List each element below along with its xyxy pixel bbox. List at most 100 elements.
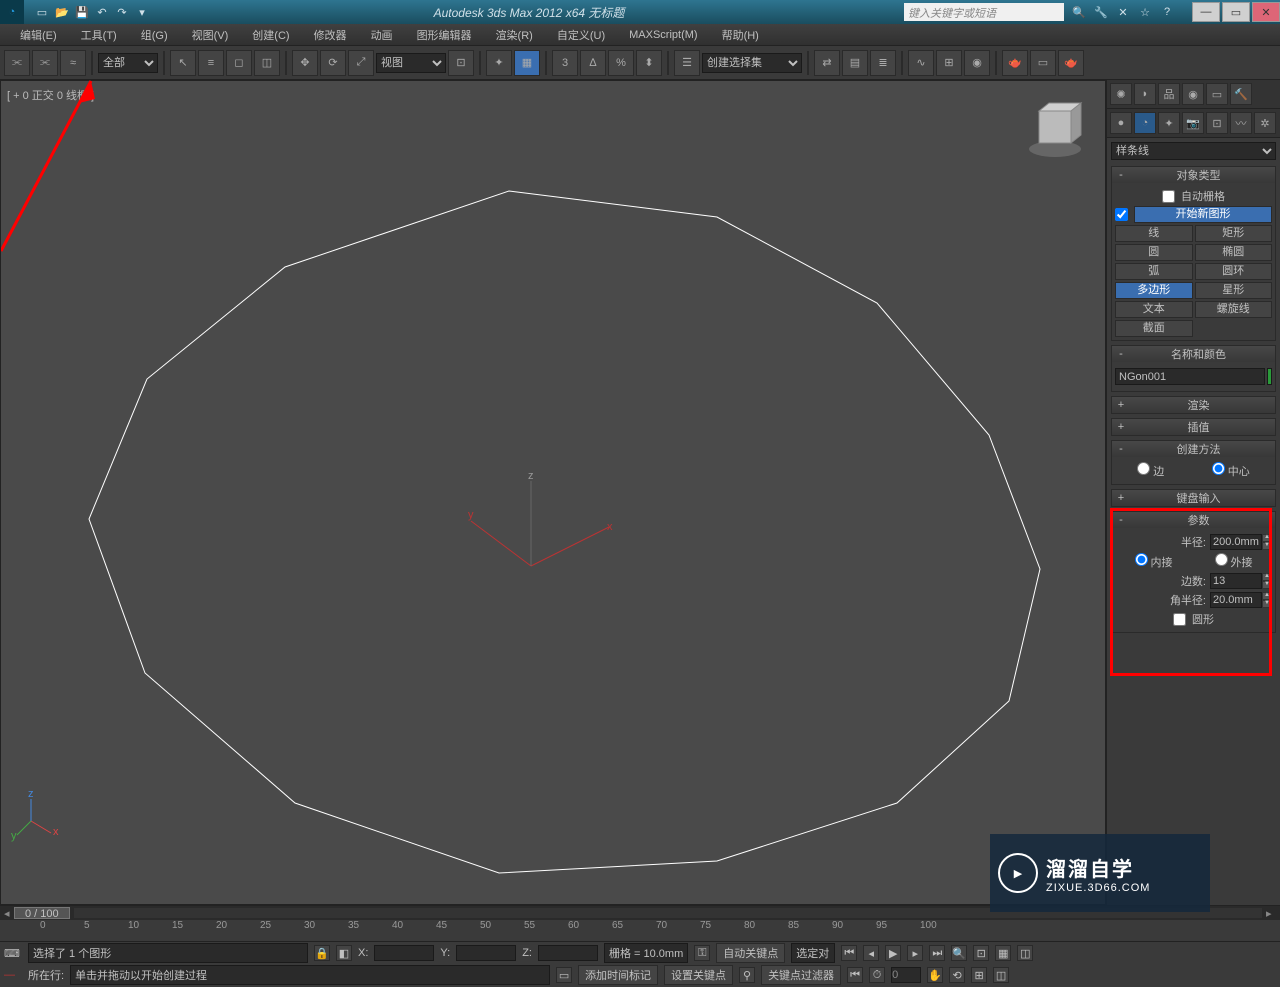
undo-icon[interactable]: ↶: [94, 4, 110, 20]
menu-group[interactable]: 组(G): [129, 27, 180, 43]
play-icon[interactable]: ▶: [885, 945, 901, 961]
window-crossing-icon[interactable]: ◫: [254, 50, 280, 76]
nav-fov-icon[interactable]: ◫: [1017, 945, 1033, 961]
systems-cat-icon[interactable]: ✲: [1254, 112, 1276, 134]
nav-orbit-icon[interactable]: ⟲: [949, 967, 965, 983]
menu-graph[interactable]: 图形编辑器: [405, 27, 484, 43]
modify-tab-icon[interactable]: ◗: [1134, 83, 1156, 105]
nav-region-icon[interactable]: ▦: [995, 945, 1011, 961]
sides-spin-down[interactable]: ▼: [1262, 581, 1272, 589]
select-region-icon[interactable]: ◻: [226, 50, 252, 76]
menu-modifiers[interactable]: 修改器: [302, 27, 359, 43]
auto-grid-checkbox[interactable]: [1162, 190, 1175, 203]
y-coord-input[interactable]: [456, 945, 516, 961]
snap3-icon[interactable]: 3: [552, 50, 578, 76]
script-icon[interactable]: ⌨: [4, 947, 22, 960]
circle-button[interactable]: 圆: [1115, 244, 1193, 261]
named-sel-icon[interactable]: ☰: [674, 50, 700, 76]
percent-snap-icon[interactable]: %: [608, 50, 634, 76]
help-search-input[interactable]: 键入关键字或短语: [904, 3, 1064, 21]
radius-input[interactable]: [1210, 534, 1262, 550]
center-radio[interactable]: [1212, 462, 1225, 475]
redo-icon[interactable]: ↷: [114, 4, 130, 20]
search-icon[interactable]: 🔍: [1070, 3, 1088, 21]
isolate-icon[interactable]: ◧: [336, 945, 352, 961]
menu-customize[interactable]: 自定义(U): [545, 27, 617, 43]
menu-animation[interactable]: 动画: [359, 27, 405, 43]
play-next-icon[interactable]: ▸: [907, 945, 923, 961]
favorite-icon[interactable]: ☆: [1136, 3, 1154, 21]
open-icon[interactable]: 📂: [54, 4, 70, 20]
time-scroll-left[interactable]: ◂: [4, 907, 14, 920]
render-frame-icon[interactable]: ▭: [1030, 50, 1056, 76]
time-slider[interactable]: 0 / 100: [14, 907, 70, 919]
menu-views[interactable]: 视图(V): [180, 27, 241, 43]
display-tab-icon[interactable]: ▭: [1206, 83, 1228, 105]
menu-maxscript[interactable]: MAXScript(M): [617, 29, 709, 41]
exchange-icon[interactable]: ✕: [1114, 3, 1132, 21]
sides-spin-up[interactable]: ▲: [1262, 573, 1272, 581]
align-icon[interactable]: ▤: [842, 50, 868, 76]
object-color-swatch[interactable]: [1267, 368, 1272, 385]
bind-icon[interactable]: ≈: [60, 50, 86, 76]
unlink-icon[interactable]: ⫘: [32, 50, 58, 76]
start-shape-checkbox[interactable]: [1115, 208, 1128, 221]
rollout-header-interpolation[interactable]: +插值: [1112, 419, 1275, 435]
selection-filter-dropdown[interactable]: 全部: [98, 53, 158, 73]
named-sel-dropdown[interactable]: 创建选择集: [702, 53, 802, 73]
rollout-header-parameters[interactable]: -参数: [1112, 512, 1275, 528]
time-config-icon[interactable]: ⏱: [869, 967, 885, 983]
z-coord-input[interactable]: [538, 945, 598, 961]
select-name-icon[interactable]: ≡: [198, 50, 224, 76]
scale-icon[interactable]: ⤢: [348, 50, 374, 76]
pivot-icon[interactable]: ⊡: [448, 50, 474, 76]
shapes-subcategory-dropdown[interactable]: 样条线: [1111, 142, 1276, 160]
time-scroll-right[interactable]: ▸: [1266, 907, 1276, 920]
sides-input[interactable]: [1210, 573, 1262, 589]
rollout-header-rendering[interactable]: +渲染: [1112, 397, 1275, 413]
close-button[interactable]: ✕: [1252, 2, 1280, 22]
tag-icon[interactable]: ▭: [556, 967, 572, 983]
ellipse-button[interactable]: 椭圆: [1195, 244, 1273, 261]
play-start-icon[interactable]: ⏮: [841, 945, 857, 961]
save-icon[interactable]: 💾: [74, 4, 90, 20]
menu-edit[interactable]: 编辑(E): [8, 27, 69, 43]
manipulate-icon[interactable]: ✦: [486, 50, 512, 76]
helpers-cat-icon[interactable]: ⊡: [1206, 112, 1228, 134]
nav-pan-icon[interactable]: ✋: [927, 967, 943, 983]
menu-rendering[interactable]: 渲染(R): [484, 27, 545, 43]
menu-tools[interactable]: 工具(T): [69, 27, 129, 43]
utilities-tab-icon[interactable]: 🔨: [1230, 83, 1252, 105]
corner-radius-spin-down[interactable]: ▼: [1262, 600, 1272, 608]
nav-zoom-icon[interactable]: 🔍: [951, 945, 967, 961]
angle-snap-icon[interactable]: ∆: [580, 50, 606, 76]
x-coord-input[interactable]: [374, 945, 434, 961]
object-name-input[interactable]: [1115, 368, 1265, 385]
start-new-shape-button[interactable]: 开始新图形: [1134, 206, 1272, 223]
new-icon[interactable]: ▭: [34, 4, 50, 20]
rollout-header-keyboard-entry[interactable]: +键盘输入: [1112, 490, 1275, 506]
text-button[interactable]: 文本: [1115, 301, 1193, 318]
maximize-button[interactable]: ▭: [1222, 2, 1250, 22]
lights-cat-icon[interactable]: ✦: [1158, 112, 1180, 134]
radius-spin-down[interactable]: ▼: [1262, 542, 1272, 550]
viewcube[interactable]: [1025, 101, 1085, 161]
ref-coord-dropdown[interactable]: 视图: [376, 53, 446, 73]
circular-checkbox[interactable]: [1173, 613, 1186, 626]
viewport[interactable]: [ + 0 正交 0 线框 ] y x z x y z: [0, 80, 1106, 905]
inscribed-radio[interactable]: [1135, 553, 1148, 566]
current-frame-input[interactable]: [891, 967, 921, 983]
lock-selection-icon[interactable]: 🔒: [314, 945, 330, 961]
nav-zoomall-icon[interactable]: ⊡: [973, 945, 989, 961]
play-end-icon[interactable]: ⏭: [929, 945, 945, 961]
rollout-header-creation-method[interactable]: -创建方法: [1112, 441, 1275, 457]
set-key-button[interactable]: 设置关键点: [664, 965, 733, 985]
geometry-cat-icon[interactable]: ●: [1110, 112, 1132, 134]
material-icon[interactable]: ◉: [964, 50, 990, 76]
nav-minmax-icon[interactable]: ◫: [993, 967, 1009, 983]
schematic-icon[interactable]: ⊞: [936, 50, 962, 76]
corner-radius-spin-up[interactable]: ▲: [1262, 592, 1272, 600]
cameras-cat-icon[interactable]: 📷: [1182, 112, 1204, 134]
key-filter-icon[interactable]: ⚲: [739, 967, 755, 983]
rectangle-button[interactable]: 矩形: [1195, 225, 1273, 242]
